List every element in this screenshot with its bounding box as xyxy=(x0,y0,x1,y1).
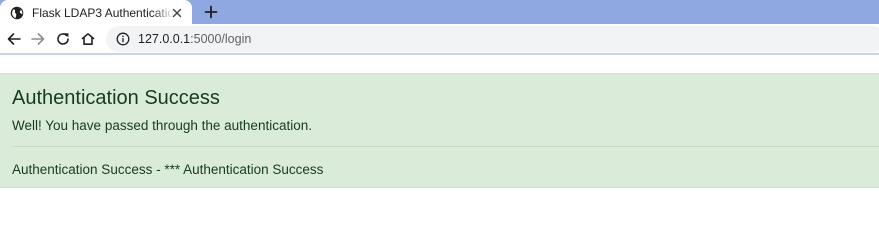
address-bar[interactable]: 127.0.0.1:5000/login xyxy=(106,26,879,52)
reload-icon[interactable] xyxy=(54,30,72,48)
url-host: 127.0.0.1 xyxy=(138,32,191,46)
alert-divider xyxy=(12,146,879,147)
url-text: 127.0.0.1:5000/login xyxy=(138,32,251,46)
arrow-right-icon[interactable] xyxy=(29,30,47,48)
browser-toolbar: 127.0.0.1:5000/login xyxy=(0,24,879,55)
alert-footer-message: Authentication Success - *** Authenticat… xyxy=(12,162,324,177)
globe-icon xyxy=(10,6,24,20)
tab-strip: Flask LDAP3 Authentication Example xyxy=(0,0,879,26)
success-alert: Authentication Success Well! You have pa… xyxy=(0,73,879,188)
tab-title: Flask LDAP3 Authentication Example xyxy=(32,6,174,20)
home-icon[interactable] xyxy=(79,30,97,48)
plus-icon[interactable] xyxy=(201,2,221,22)
browser-tab[interactable]: Flask LDAP3 Authentication Example xyxy=(0,0,192,26)
close-icon[interactable] xyxy=(170,6,184,20)
alert-heading: Authentication Success xyxy=(12,87,220,109)
info-icon[interactable] xyxy=(116,32,130,46)
alert-message: Well! You have passed through the authen… xyxy=(12,118,312,133)
url-path: :5000/login xyxy=(190,32,252,46)
arrow-left-icon[interactable] xyxy=(5,30,23,48)
